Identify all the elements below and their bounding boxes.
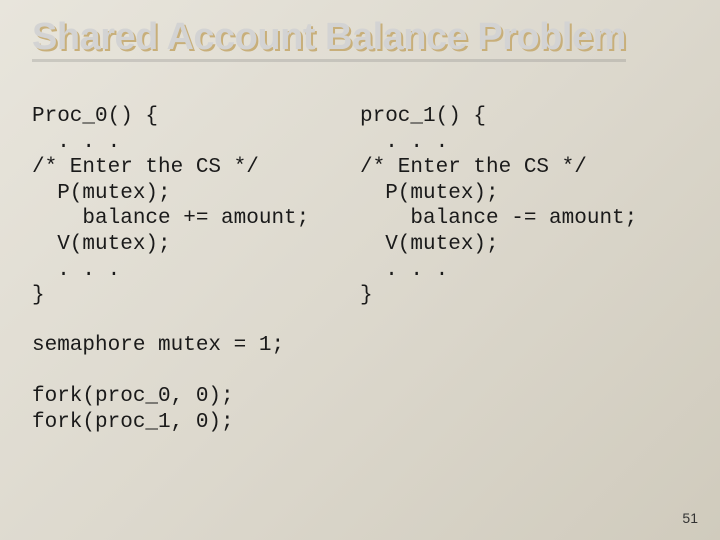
code-right: proc_1() { . . . /* Enter the CS */ P(mu…	[360, 104, 688, 309]
title-text: Shared Account Balance Problem	[32, 18, 626, 62]
code-columns: Proc_0() { . . . /* Enter the CS */ P(mu…	[32, 104, 688, 309]
code-left: Proc_0() { . . . /* Enter the CS */ P(mu…	[32, 104, 360, 309]
code-extra: semaphore mutex = 1; fork(proc_0, 0); fo…	[32, 333, 688, 435]
page-number: 51	[682, 510, 698, 526]
slide: Shared Account Balance Problem Shared Ac…	[0, 0, 720, 540]
slide-title: Shared Account Balance Problem Shared Ac…	[32, 18, 688, 62]
